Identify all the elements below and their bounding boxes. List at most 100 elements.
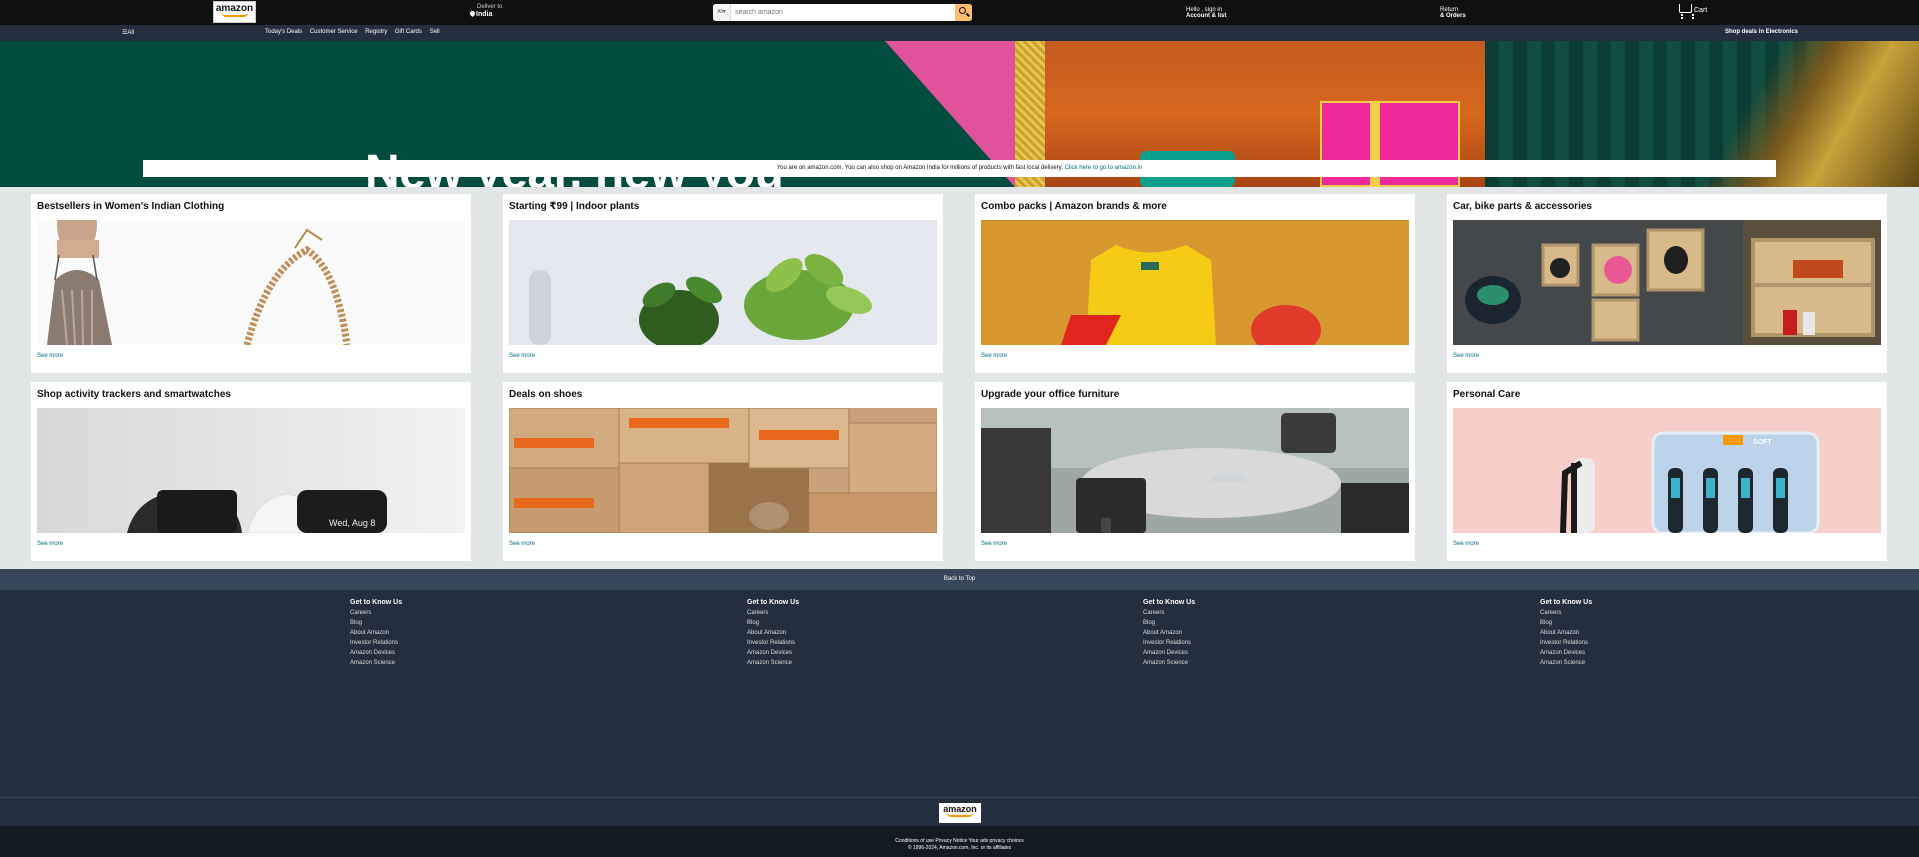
footer-link-investor[interactable]: Investor Relations bbox=[1143, 638, 1195, 648]
location-pin-icon bbox=[468, 9, 477, 18]
card-title: Car, bike parts & accessories bbox=[1453, 201, 1592, 212]
personal-care-image: SOFT bbox=[1453, 408, 1881, 533]
card-combo-packs: Combo packs | Amazon brands & more See m… bbox=[975, 194, 1415, 373]
nav-link-customer-service[interactable]: Customer Service bbox=[310, 29, 358, 35]
footer-link-about[interactable]: About Amazon bbox=[1143, 628, 1195, 638]
orders-label: & Orders bbox=[1440, 13, 1466, 19]
returns-orders[interactable]: Return & Orders bbox=[1440, 7, 1466, 19]
deliver-to[interactable]: Deliver to India bbox=[468, 4, 502, 18]
notice-link[interactable]: Click here to go to amazon.in bbox=[1065, 165, 1143, 171]
top-navbar: amazon Deliver to India All▾ Hello , sig… bbox=[0, 0, 1919, 25]
footer-column: Get to Know Us Careers Blog About Amazon… bbox=[747, 598, 799, 668]
account-lists[interactable]: Hello , sign in Account & list bbox=[1186, 7, 1226, 19]
footer-column-heading: Get to Know Us bbox=[747, 599, 800, 606]
footer-links: Get to Know Us Careers Blog About Amazon… bbox=[0, 590, 1919, 797]
card-title: Upgrade your office furniture bbox=[981, 389, 1120, 400]
nav-link-gift-cards[interactable]: Gift Cards bbox=[395, 29, 422, 35]
account-label: Account & list bbox=[1186, 13, 1227, 19]
footer-logo-text: amazon bbox=[943, 804, 977, 814]
clothing-image bbox=[37, 220, 465, 345]
copyright-text: © 1996-2024, Amazon.com, Inc. or its aff… bbox=[907, 845, 1012, 851]
footer-amazon-logo[interactable]: amazon bbox=[939, 803, 981, 823]
card-car-bike-parts: Car, bike parts & accessories See more bbox=[1447, 194, 1887, 373]
nav-link-todays-deals[interactable]: Today's Deals bbox=[265, 29, 302, 35]
footer-link-devices[interactable]: Amazon Devices bbox=[350, 648, 402, 658]
footer-link-careers[interactable]: Careers bbox=[1540, 608, 1592, 618]
see-more-link[interactable]: See more bbox=[1453, 353, 1479, 359]
footer-legal: Conditions of use Privacy Notice Your ad… bbox=[0, 826, 1919, 857]
car-parts-image bbox=[1453, 220, 1881, 345]
footer-logo-bar: amazon bbox=[0, 798, 1919, 826]
see-more-link[interactable]: See more bbox=[981, 353, 1007, 359]
footer-link-devices[interactable]: Amazon Devices bbox=[1143, 648, 1195, 658]
search-button[interactable] bbox=[955, 4, 972, 21]
shoes-image bbox=[509, 408, 937, 533]
logo-text: amazon bbox=[215, 3, 254, 14]
footer-link-careers[interactable]: Careers bbox=[747, 608, 799, 618]
search-category-select[interactable]: All▾ bbox=[713, 4, 731, 21]
nav-link-sell[interactable]: Sell bbox=[430, 29, 440, 35]
see-more-link[interactable]: See more bbox=[509, 353, 535, 359]
footer-link-careers[interactable]: Careers bbox=[1143, 608, 1195, 618]
card-image[interactable] bbox=[509, 408, 937, 533]
back-to-top-button[interactable]: Back to Top bbox=[0, 569, 1919, 590]
footer-link-about[interactable]: About Amazon bbox=[1540, 628, 1592, 638]
all-menu-button[interactable]: ☰All bbox=[122, 29, 134, 36]
footer-column-heading: Get to Know Us bbox=[1143, 599, 1196, 606]
footer-link-about[interactable]: About Amazon bbox=[747, 628, 799, 638]
footer-column-heading: Get to Know Us bbox=[350, 599, 403, 606]
promo-link[interactable]: Shop deals in Electronics bbox=[1725, 29, 1798, 35]
amazon-logo[interactable]: amazon bbox=[213, 1, 256, 23]
smartwatch-image: Wed, Aug 8 bbox=[37, 408, 465, 533]
card-image[interactable] bbox=[509, 220, 937, 345]
card-image[interactable]: SOFT bbox=[1453, 408, 1881, 533]
footer-link-blog[interactable]: Blog bbox=[747, 618, 799, 628]
search-bar: All▾ bbox=[713, 4, 972, 21]
footer-column: Get to Know Us Careers Blog About Amazon… bbox=[350, 598, 402, 668]
see-more-link[interactable]: See more bbox=[1453, 541, 1479, 547]
cart-button[interactable]: Cart bbox=[1679, 4, 1707, 17]
chevron-down-icon: ▾ bbox=[722, 9, 726, 15]
combo-image bbox=[981, 220, 1409, 345]
legal-links[interactable]: Conditions of use Privacy Notice Your ad… bbox=[0, 838, 1919, 845]
footer-link-investor[interactable]: Investor Relations bbox=[350, 638, 402, 648]
nav-link-registry[interactable]: Registry bbox=[365, 29, 387, 35]
office-image bbox=[981, 408, 1409, 533]
footer-link-science[interactable]: Amazon Science bbox=[1143, 658, 1195, 668]
card-image[interactable] bbox=[981, 220, 1409, 345]
see-more-link[interactable]: See more bbox=[37, 541, 63, 547]
card-image[interactable] bbox=[37, 220, 465, 345]
card-womens-clothing: Bestsellers in Women's Indian Clothing S… bbox=[31, 194, 471, 373]
card-office-furniture: Upgrade your office furniture See more bbox=[975, 382, 1415, 561]
card-image[interactable] bbox=[981, 408, 1409, 533]
see-more-link[interactable]: See more bbox=[981, 541, 1007, 547]
footer-column: Get to Know Us Careers Blog About Amazon… bbox=[1540, 598, 1592, 668]
card-image[interactable] bbox=[1453, 220, 1881, 345]
card-title: Personal Care bbox=[1453, 389, 1521, 400]
plants-image bbox=[509, 220, 937, 345]
footer-link-devices[interactable]: Amazon Devices bbox=[1540, 648, 1592, 658]
card-title: Deals on shoes bbox=[509, 389, 583, 400]
cart-icon bbox=[1679, 4, 1694, 17]
footer-link-devices[interactable]: Amazon Devices bbox=[747, 648, 799, 658]
footer-link-blog[interactable]: Blog bbox=[1540, 618, 1592, 628]
card-title: Combo packs | Amazon brands & more bbox=[981, 201, 1167, 212]
footer-link-science[interactable]: Amazon Science bbox=[747, 658, 799, 668]
footer-link-blog[interactable]: Blog bbox=[350, 618, 402, 628]
footer-link-investor[interactable]: Investor Relations bbox=[1540, 638, 1592, 648]
footer-link-about[interactable]: About Amazon bbox=[350, 628, 402, 638]
footer-link-science[interactable]: Amazon Science bbox=[1540, 658, 1592, 668]
see-more-link[interactable]: See more bbox=[37, 353, 63, 359]
notice-text: You are on amazon.com. You can also shop… bbox=[776, 165, 1063, 171]
card-title: Starting ₹99 | Indoor plants bbox=[509, 201, 640, 212]
footer-link-blog[interactable]: Blog bbox=[1143, 618, 1195, 628]
card-title: Shop activity trackers and smartwatches bbox=[37, 389, 231, 400]
card-personal-care: Personal Care SOFT See more bbox=[1447, 382, 1887, 561]
card-image[interactable]: Wed, Aug 8 bbox=[37, 408, 465, 533]
footer-link-careers[interactable]: Careers bbox=[350, 608, 402, 618]
see-more-link[interactable]: See more bbox=[509, 541, 535, 547]
search-input[interactable] bbox=[733, 4, 948, 21]
watch-date-text: Wed, Aug 8 bbox=[329, 518, 375, 528]
footer-link-investor[interactable]: Investor Relations bbox=[747, 638, 799, 648]
footer-link-science[interactable]: Amazon Science bbox=[350, 658, 402, 668]
